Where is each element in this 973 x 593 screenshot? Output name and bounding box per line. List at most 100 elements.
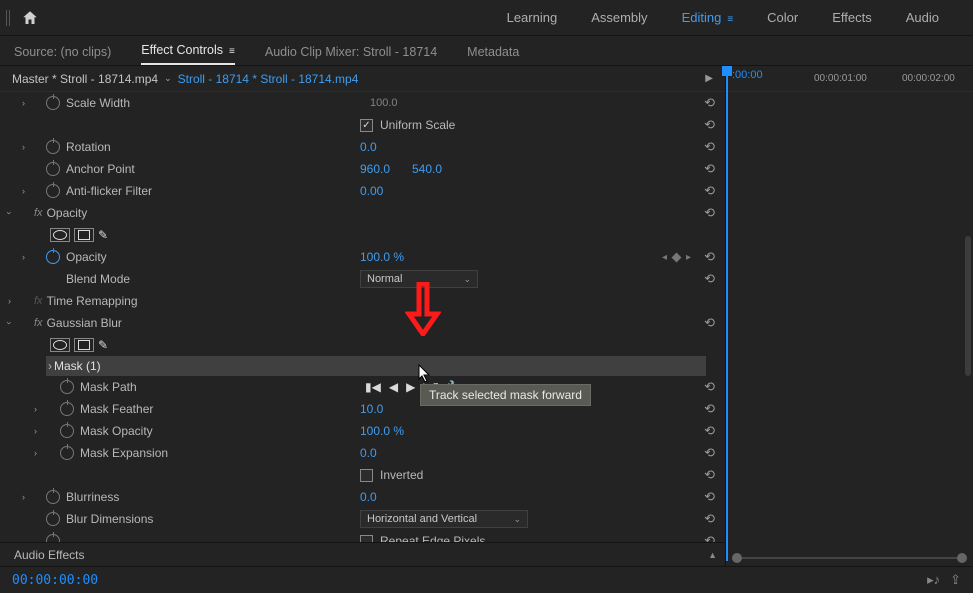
- playhead-line[interactable]: [726, 66, 728, 561]
- reset-button[interactable]: ⟲: [704, 467, 715, 483]
- twist-icon[interactable]: ›: [34, 448, 37, 458]
- twist-icon[interactable]: ›: [22, 98, 25, 108]
- value-opacity[interactable]: 100.0 %: [360, 250, 404, 264]
- playhead-head-icon[interactable]: [722, 66, 732, 76]
- stopwatch-icon[interactable]: [60, 446, 74, 460]
- value-mask-opacity[interactable]: 100.0 %: [360, 424, 404, 438]
- audio-effects-header[interactable]: Audio Effects ▲: [0, 542, 725, 566]
- twist-icon[interactable]: ›: [22, 142, 25, 152]
- stopwatch-icon[interactable]: [46, 162, 60, 176]
- stopwatch-icon[interactable]: [60, 380, 74, 394]
- stopwatch-icon[interactable]: [46, 184, 60, 198]
- workspace-audio[interactable]: Audio: [906, 10, 939, 25]
- zoom-knob-left[interactable]: [732, 553, 742, 563]
- value-mask-expansion[interactable]: 0.0: [360, 446, 377, 460]
- loop-icon[interactable]: ▸♪: [927, 572, 940, 588]
- sequence-clip-label[interactable]: Stroll - 18714 * Stroll - 18714.mp4: [178, 72, 359, 86]
- mask-rect-button[interactable]: [74, 338, 94, 352]
- workspace-assembly[interactable]: Assembly: [591, 10, 647, 25]
- menu-icon[interactable]: ≡: [229, 46, 235, 57]
- reset-button[interactable]: ⟲: [704, 511, 715, 527]
- reset-button[interactable]: ⟲: [704, 271, 715, 287]
- reset-button[interactable]: ⟲: [704, 249, 715, 265]
- reset-button[interactable]: ⟲: [704, 183, 715, 199]
- reset-button[interactable]: ⟲: [704, 533, 715, 542]
- value-anchor-x[interactable]: 960.0: [360, 162, 390, 176]
- timeline-ruler[interactable]: :00:00 00:00:01:00 00:00:02:00: [726, 66, 973, 92]
- reset-button[interactable]: ⟲: [704, 117, 715, 133]
- panel-tab-source[interactable]: Source: (no clips): [14, 45, 111, 65]
- reset-button[interactable]: ⟲: [704, 445, 715, 461]
- workspace-learning[interactable]: Learning: [507, 10, 558, 25]
- mask-ellipse-button[interactable]: [50, 338, 70, 352]
- zoom-knob-right[interactable]: [957, 553, 967, 563]
- reset-button[interactable]: ⟲: [704, 401, 715, 417]
- value-anti-flicker[interactable]: 0.00: [360, 184, 383, 198]
- menu-icon[interactable]: ≡: [727, 14, 733, 25]
- stopwatch-icon[interactable]: [60, 402, 74, 416]
- checkbox-uniform-scale[interactable]: [360, 119, 373, 132]
- select-blur-dimensions[interactable]: Horizontal and Vertical⌄: [360, 510, 528, 528]
- keyframe-nav[interactable]: ◂▸: [662, 252, 691, 263]
- reset-button[interactable]: ⟲: [704, 379, 715, 395]
- stopwatch-icon[interactable]: [46, 140, 60, 154]
- checkbox-inverted[interactable]: [360, 469, 373, 482]
- twist-icon[interactable]: ›: [22, 492, 25, 502]
- keyframe-diamond-icon[interactable]: [672, 252, 682, 262]
- workspace-effects[interactable]: Effects: [832, 10, 872, 25]
- value-anchor-y[interactable]: 540.0: [412, 162, 442, 176]
- track-forward-button[interactable]: ▶: [406, 380, 415, 394]
- stopwatch-icon[interactable]: [46, 534, 60, 542]
- twist-icon[interactable]: ›: [22, 252, 25, 262]
- stopwatch-icon[interactable]: [46, 512, 60, 526]
- chevron-down-icon[interactable]: ⌄: [164, 73, 172, 84]
- fx-icon[interactable]: fx: [34, 317, 43, 329]
- stopwatch-icon[interactable]: [46, 96, 60, 110]
- grip-icon[interactable]: [6, 10, 12, 26]
- vertical-scrollbar[interactable]: [965, 236, 971, 376]
- master-clip-label[interactable]: Master * Stroll - 18714.mp4: [12, 72, 158, 86]
- mask-ellipse-button[interactable]: [50, 228, 70, 242]
- reset-button[interactable]: ⟲: [704, 95, 715, 111]
- stopwatch-icon[interactable]: [46, 490, 60, 504]
- value-mask-feather[interactable]: 10.0: [360, 402, 383, 416]
- pen-icon[interactable]: ✎: [98, 338, 108, 352]
- row-mask1[interactable]: › Mask (1): [46, 356, 706, 376]
- reset-button[interactable]: ⟲: [704, 489, 715, 505]
- twist-icon[interactable]: ›: [34, 404, 37, 414]
- timecode-display[interactable]: 00:00:00:00: [12, 573, 98, 588]
- twist-icon[interactable]: ›: [5, 322, 15, 325]
- value-blurriness[interactable]: 0.0: [360, 490, 377, 504]
- track-backward-one-button[interactable]: ▮◀: [365, 380, 381, 394]
- panel-tab-audio-mixer[interactable]: Audio Clip Mixer: Stroll - 18714: [265, 45, 437, 65]
- timeline-zoom-scroll[interactable]: [732, 554, 967, 562]
- workspace-editing[interactable]: Editing≡: [682, 10, 734, 25]
- export-icon[interactable]: ⇪: [950, 572, 961, 588]
- track-backward-button[interactable]: ◀: [389, 380, 398, 394]
- scroll-up-icon[interactable]: ▲: [708, 550, 717, 560]
- twist-icon[interactable]: ›: [34, 426, 37, 436]
- stopwatch-icon[interactable]: [60, 424, 74, 438]
- fx-icon[interactable]: fx: [34, 207, 43, 219]
- stopwatch-icon[interactable]: [46, 250, 60, 264]
- value-scale-width[interactable]: 100.0: [370, 97, 398, 109]
- twist-icon[interactable]: ›: [48, 359, 52, 373]
- twist-icon[interactable]: ›: [22, 186, 25, 196]
- home-button[interactable]: [18, 6, 42, 30]
- workspace-color[interactable]: Color: [767, 10, 798, 25]
- reset-button[interactable]: ⟲: [704, 423, 715, 439]
- mask-rect-button[interactable]: [74, 228, 94, 242]
- reset-button[interactable]: ⟲: [704, 139, 715, 155]
- pen-icon[interactable]: ✎: [98, 228, 108, 242]
- panel-tab-effect-controls[interactable]: Effect Controls≡: [141, 43, 235, 65]
- fx-icon[interactable]: fx: [34, 295, 43, 307]
- checkbox-repeat-edge[interactable]: [360, 535, 373, 543]
- reset-button[interactable]: ⟲: [704, 161, 715, 177]
- panel-tab-metadata[interactable]: Metadata: [467, 45, 519, 65]
- reset-button[interactable]: ⟲: [704, 205, 715, 221]
- twist-icon[interactable]: ›: [5, 212, 15, 215]
- zoom-track[interactable]: [742, 557, 957, 559]
- twist-icon[interactable]: ›: [8, 296, 11, 306]
- reset-button[interactable]: ⟲: [704, 315, 715, 331]
- select-blend-mode[interactable]: Normal⌄: [360, 270, 478, 288]
